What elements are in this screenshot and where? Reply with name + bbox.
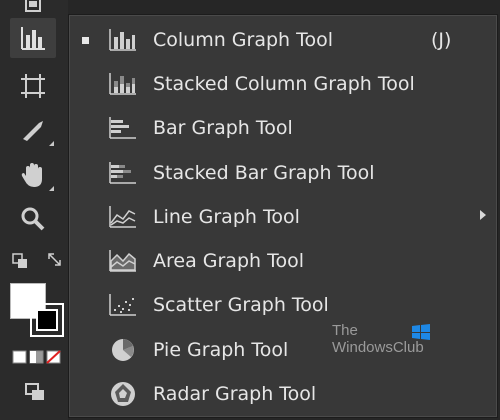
slice-tool[interactable]	[10, 110, 56, 150]
menu-item-scatter-graph[interactable]: Scatter Graph Tool	[69, 283, 479, 327]
watermark-line2: WindowsClub	[332, 339, 424, 356]
menu-item-label: Area Graph Tool	[153, 250, 304, 272]
line-graph-icon	[107, 202, 139, 232]
hand-tool[interactable]	[10, 155, 56, 195]
menu-item-label: Radar Graph Tool	[153, 383, 317, 405]
color-mode-icons[interactable]	[12, 349, 64, 369]
menu-item-label: Pie Graph Tool	[153, 339, 289, 361]
menu-item-label: Column Graph Tool	[153, 29, 334, 51]
windows-logo-icon	[412, 324, 430, 344]
slice-icon	[19, 117, 47, 143]
tools-panel	[0, 0, 68, 420]
column-graph-tool[interactable]	[10, 18, 56, 58]
bar-graph-icon	[107, 113, 139, 143]
selected-bullet-icon	[82, 36, 89, 44]
menu-item-label: Stacked Bar Graph Tool	[153, 162, 375, 184]
watermark: The WindowsClub	[330, 322, 450, 362]
menu-item-shortcut: (J)	[431, 29, 452, 51]
flyout-indicator-icon	[49, 141, 54, 146]
column-graph-icon	[19, 25, 47, 51]
flyout-indicator-icon	[49, 186, 54, 191]
screen-mode-icon[interactable]	[24, 382, 48, 406]
column-graph-icon	[107, 25, 139, 55]
menu-item-stacked-bar-graph[interactable]: Stacked Bar Graph Tool	[69, 151, 479, 195]
stacked-bar-graph-icon	[107, 158, 139, 188]
watermark-line1: The	[332, 322, 358, 339]
zoom-icon	[19, 205, 47, 233]
menu-item-label: Bar Graph Tool	[153, 117, 293, 139]
menu-item-bar-graph[interactable]: Bar Graph Tool	[69, 106, 479, 150]
menu-item-label: Stacked Column Graph Tool	[153, 73, 415, 95]
menu-item-line-graph[interactable]: Line Graph Tool	[69, 195, 479, 239]
menu-item-stacked-column-graph[interactable]: Stacked Column Graph Tool	[69, 62, 479, 106]
radar-graph-icon	[107, 379, 139, 409]
default-colors-icon[interactable]	[12, 253, 28, 273]
menu-item-column-graph[interactable]: Column Graph Tool (J)	[69, 18, 479, 62]
artboard-icon	[19, 72, 47, 100]
menu-item-radar-graph[interactable]: Radar Graph Tool	[69, 372, 479, 416]
menu-item-area-graph[interactable]: Area Graph Tool	[69, 239, 479, 283]
scatter-graph-icon	[107, 290, 139, 320]
hand-icon	[19, 160, 47, 190]
artboard-tool[interactable]	[10, 66, 56, 106]
document-icon	[21, 0, 45, 16]
stacked-column-graph-icon	[107, 69, 139, 99]
pie-graph-icon	[107, 335, 139, 365]
menu-item-label: Scatter Graph Tool	[153, 294, 329, 316]
area-graph-icon	[107, 246, 139, 276]
zoom-tool[interactable]	[10, 199, 56, 239]
stroke-color-swatch[interactable]	[30, 303, 64, 337]
swap-colors-icon[interactable]	[46, 251, 64, 273]
submenu-arrow-icon[interactable]	[480, 210, 486, 220]
menu-item-label: Line Graph Tool	[153, 206, 300, 228]
